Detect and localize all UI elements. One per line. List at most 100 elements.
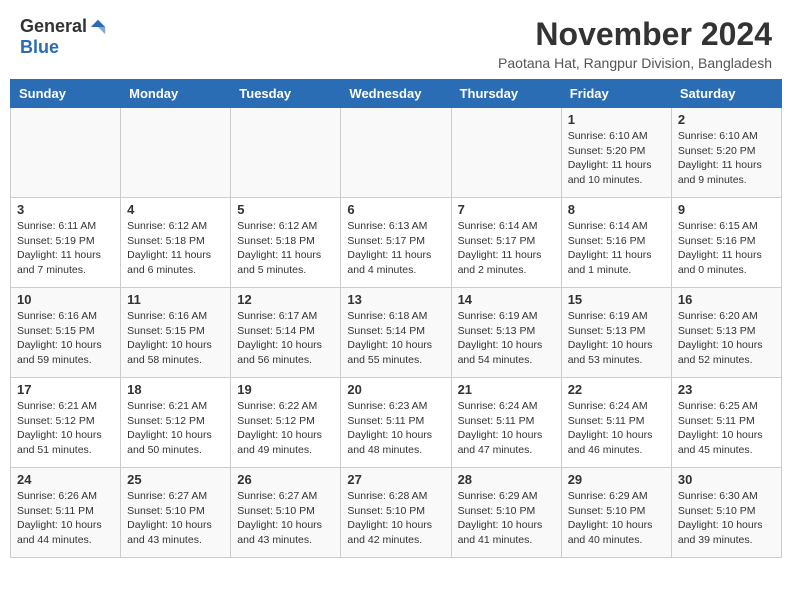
calendar-cell: 15 Sunrise: 6:19 AMSunset: 5:13 PMDayligh…	[561, 288, 671, 378]
day-number: 11	[127, 292, 224, 307]
col-friday: Friday	[561, 80, 671, 108]
calendar-cell: 19 Sunrise: 6:22 AMSunset: 5:12 PMDayligh…	[231, 378, 341, 468]
calendar-wrapper: Sunday Monday Tuesday Wednesday Thursday…	[0, 79, 792, 568]
day-number: 8	[568, 202, 665, 217]
day-info: Sunrise: 6:20 AMSunset: 5:13 PMDaylight:…	[678, 309, 775, 368]
day-info: Sunrise: 6:28 AMSunset: 5:10 PMDaylight:…	[347, 489, 444, 548]
day-number: 28	[458, 472, 555, 487]
location-subtitle: Paotana Hat, Rangpur Division, Banglades…	[498, 55, 772, 71]
day-info: Sunrise: 6:16 AMSunset: 5:15 PMDaylight:…	[17, 309, 114, 368]
month-title: November 2024	[498, 16, 772, 53]
day-info: Sunrise: 6:29 AMSunset: 5:10 PMDaylight:…	[568, 489, 665, 548]
header-row: Sunday Monday Tuesday Wednesday Thursday…	[11, 80, 782, 108]
day-info: Sunrise: 6:10 AMSunset: 5:20 PMDaylight:…	[678, 129, 775, 188]
calendar-week-1: 1 Sunrise: 6:10 AMSunset: 5:20 PMDaylight…	[11, 108, 782, 198]
day-info: Sunrise: 6:17 AMSunset: 5:14 PMDaylight:…	[237, 309, 334, 368]
day-info: Sunrise: 6:23 AMSunset: 5:11 PMDaylight:…	[347, 399, 444, 458]
day-number: 22	[568, 382, 665, 397]
day-number: 18	[127, 382, 224, 397]
calendar-cell: 12Sunrise: 6:17 AMSunset: 5:14 PMDayligh…	[231, 288, 341, 378]
day-info: Sunrise: 6:19 AMSunset: 5:13 PMDaylight:…	[458, 309, 555, 368]
calendar-body: 1 Sunrise: 6:10 AMSunset: 5:20 PMDaylight…	[11, 108, 782, 558]
calendar-table: Sunday Monday Tuesday Wednesday Thursday…	[10, 79, 782, 558]
calendar-cell: 1Sunrise: 6:10 AMSunset: 5:20 PMDaylight…	[561, 108, 671, 198]
day-info: Sunrise: 6:14 AMSunset: 5:16 PMDaylight:…	[568, 219, 665, 278]
day-info: Sunrise: 6:27 AMSunset: 5:10 PMDaylight:…	[237, 489, 334, 548]
logo-blue-text: Blue	[20, 37, 59, 58]
day-number: 5	[237, 202, 334, 217]
day-number: 10	[17, 292, 114, 307]
day-info: Sunrise: 6:15 AMSunset: 5:16 PMDaylight:…	[678, 219, 775, 278]
calendar-cell: 27Sunrise: 6:28 AMSunset: 5:10 PMDayligh…	[341, 468, 451, 558]
title-area: November 2024 Paotana Hat, Rangpur Divis…	[498, 16, 772, 71]
calendar-cell: 29 Sunrise: 6:29 AMSunset: 5:10 PMDayligh…	[561, 468, 671, 558]
header: General Blue November 2024 Paotana Hat, …	[0, 0, 792, 79]
day-number: 26	[237, 472, 334, 487]
col-tuesday: Tuesday	[231, 80, 341, 108]
day-info: Sunrise: 6:26 AMSunset: 5:11 PMDaylight:…	[17, 489, 114, 548]
calendar-cell: 5Sunrise: 6:12 AMSunset: 5:18 PMDaylight…	[231, 198, 341, 288]
calendar-week-3: 10 Sunrise: 6:16 AMSunset: 5:15 PMDayligh…	[11, 288, 782, 378]
day-number: 3	[17, 202, 114, 217]
calendar-cell: 7 Sunrise: 6:14 AMSunset: 5:17 PMDaylight…	[451, 198, 561, 288]
calendar-cell: 17Sunrise: 6:21 AMSunset: 5:12 PMDayligh…	[11, 378, 121, 468]
calendar-cell	[11, 108, 121, 198]
day-number: 15	[568, 292, 665, 307]
day-number: 30	[678, 472, 775, 487]
calendar-cell: 14 Sunrise: 6:19 AMSunset: 5:13 PMDayligh…	[451, 288, 561, 378]
calendar-cell: 25 Sunrise: 6:27 AMSunset: 5:10 PMDayligh…	[121, 468, 231, 558]
logo: General Blue	[20, 16, 107, 58]
day-info: Sunrise: 6:13 AMSunset: 5:17 PMDaylight:…	[347, 219, 444, 278]
calendar-cell: 11 Sunrise: 6:16 AMSunset: 5:15 PMDayligh…	[121, 288, 231, 378]
col-sunday: Sunday	[11, 80, 121, 108]
day-info: Sunrise: 6:21 AMSunset: 5:12 PMDaylight:…	[127, 399, 224, 458]
day-info: Sunrise: 6:11 AMSunset: 5:19 PMDaylight:…	[17, 219, 114, 278]
calendar-cell	[341, 108, 451, 198]
day-number: 2	[678, 112, 775, 127]
calendar-cell: 9 Sunrise: 6:15 AMSunset: 5:16 PMDaylight…	[671, 198, 781, 288]
day-number: 9	[678, 202, 775, 217]
day-number: 19	[237, 382, 334, 397]
calendar-cell: 4 Sunrise: 6:12 AMSunset: 5:18 PMDaylight…	[121, 198, 231, 288]
day-number: 13	[347, 292, 444, 307]
col-thursday: Thursday	[451, 80, 561, 108]
calendar-cell: 22Sunrise: 6:24 AMSunset: 5:11 PMDayligh…	[561, 378, 671, 468]
calendar-cell: 3 Sunrise: 6:11 AMSunset: 5:19 PMDaylight…	[11, 198, 121, 288]
calendar-cell: 8 Sunrise: 6:14 AMSunset: 5:16 PMDaylight…	[561, 198, 671, 288]
logo-general-text: General	[20, 16, 87, 37]
day-info: Sunrise: 6:30 AMSunset: 5:10 PMDaylight:…	[678, 489, 775, 548]
day-number: 7	[458, 202, 555, 217]
calendar-cell: 18 Sunrise: 6:21 AMSunset: 5:12 PMDayligh…	[121, 378, 231, 468]
calendar-week-2: 3 Sunrise: 6:11 AMSunset: 5:19 PMDaylight…	[11, 198, 782, 288]
day-info: Sunrise: 6:14 AMSunset: 5:17 PMDaylight:…	[458, 219, 555, 278]
day-number: 4	[127, 202, 224, 217]
day-number: 29	[568, 472, 665, 487]
day-info: Sunrise: 6:22 AMSunset: 5:12 PMDaylight:…	[237, 399, 334, 458]
calendar-cell: 13 Sunrise: 6:18 AMSunset: 5:14 PMDayligh…	[341, 288, 451, 378]
calendar-cell	[231, 108, 341, 198]
calendar-cell: 24Sunrise: 6:26 AMSunset: 5:11 PMDayligh…	[11, 468, 121, 558]
day-info: Sunrise: 6:24 AMSunset: 5:11 PMDaylight:…	[458, 399, 555, 458]
logo-icon	[89, 18, 107, 36]
day-number: 20	[347, 382, 444, 397]
day-info: Sunrise: 6:19 AMSunset: 5:13 PMDaylight:…	[568, 309, 665, 368]
calendar-cell: 28Sunrise: 6:29 AMSunset: 5:10 PMDayligh…	[451, 468, 561, 558]
day-number: 1	[568, 112, 665, 127]
calendar-cell: 30 Sunrise: 6:30 AMSunset: 5:10 PMDayligh…	[671, 468, 781, 558]
calendar-cell	[451, 108, 561, 198]
day-number: 23	[678, 382, 775, 397]
calendar-cell: 2 Sunrise: 6:10 AMSunset: 5:20 PMDaylight…	[671, 108, 781, 198]
col-saturday: Saturday	[671, 80, 781, 108]
day-number: 14	[458, 292, 555, 307]
day-info: Sunrise: 6:18 AMSunset: 5:14 PMDaylight:…	[347, 309, 444, 368]
day-number: 17	[17, 382, 114, 397]
day-number: 6	[347, 202, 444, 217]
calendar-cell: 16Sunrise: 6:20 AMSunset: 5:13 PMDayligh…	[671, 288, 781, 378]
calendar-cell	[121, 108, 231, 198]
calendar-cell: 23Sunrise: 6:25 AMSunset: 5:11 PMDayligh…	[671, 378, 781, 468]
day-info: Sunrise: 6:12 AMSunset: 5:18 PMDaylight:…	[127, 219, 224, 278]
day-info: Sunrise: 6:27 AMSunset: 5:10 PMDaylight:…	[127, 489, 224, 548]
day-number: 25	[127, 472, 224, 487]
day-info: Sunrise: 6:16 AMSunset: 5:15 PMDaylight:…	[127, 309, 224, 368]
calendar-week-4: 17 Sunrise: 6:21 AMSunset: 5:12 PMDayligh…	[11, 378, 782, 468]
